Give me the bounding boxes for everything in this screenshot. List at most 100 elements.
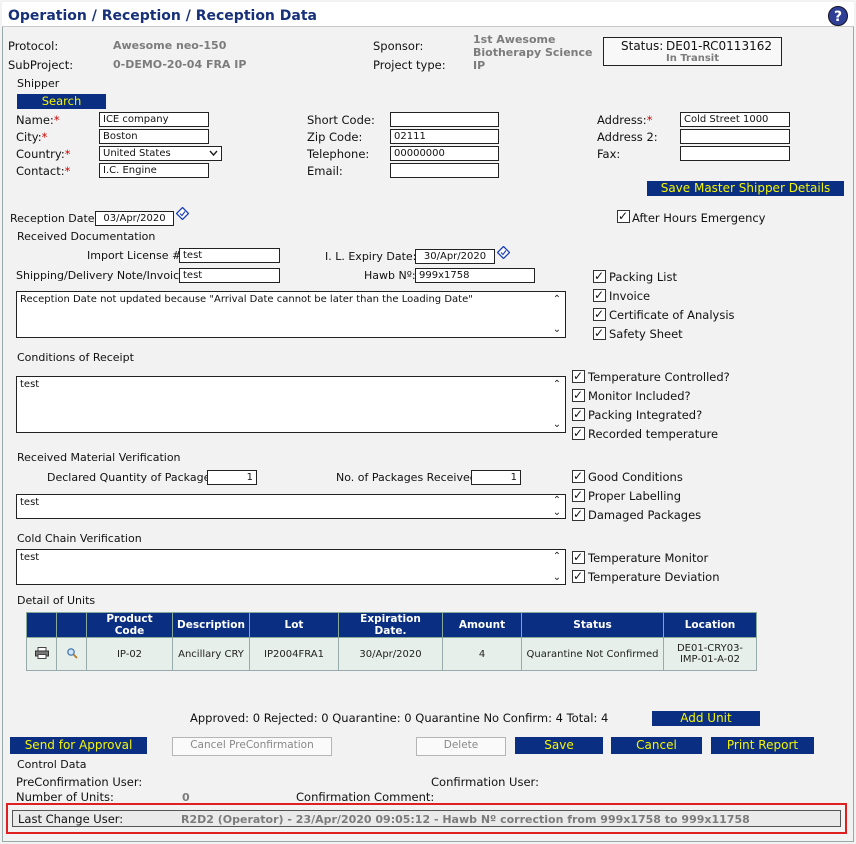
scroll-up-icon[interactable]: ⌃ — [551, 294, 563, 305]
units-summary: Approved: 0 Rejected: 0 Quarantine: 0 Qu… — [190, 711, 608, 725]
status-sub: In Transit — [666, 53, 720, 64]
scroll-up-icon[interactable]: ⌃ — [551, 379, 563, 390]
total-label: Total: — [566, 711, 598, 725]
after-hours-label: After Hours Emergency — [632, 211, 766, 225]
temperature-controlled-label: Temperature Controlled? — [588, 370, 730, 384]
cold-chain-notes-textarea[interactable]: test ⌃ ⌄ — [16, 549, 566, 585]
number-of-units-label: Number of Units: — [16, 790, 114, 804]
hawb-field[interactable]: 999x1758 — [415, 268, 535, 283]
safety-sheet-checkbox[interactable] — [593, 326, 606, 340]
proper-labelling-checkbox[interactable] — [572, 488, 585, 502]
contact-field[interactable]: I.C. Engine — [99, 163, 209, 178]
add-unit-button[interactable]: Add Unit — [652, 711, 760, 726]
printer-icon[interactable] — [34, 646, 49, 659]
location-line1: DE01-CRY03- — [676, 643, 744, 654]
column-header[interactable]: Expiration Date. — [338, 612, 443, 638]
scroll-down-icon[interactable]: ⌄ — [551, 419, 563, 430]
send-for-approval-button[interactable]: Send for Approval — [10, 737, 147, 754]
approved-count: 0 — [252, 711, 261, 725]
confirmation-comment-label: Confirmation Comment: — [296, 790, 435, 804]
column-header[interactable]: Description — [172, 612, 250, 638]
rejected-count: 0 — [321, 711, 329, 725]
scroll-down-icon[interactable]: ⌄ — [551, 507, 563, 518]
scroll-down-icon[interactable]: ⌄ — [551, 324, 563, 335]
temperature-monitor-checkbox[interactable] — [572, 550, 585, 564]
units-header-row: Product Code Description Lot Expiration … — [26, 612, 757, 638]
shipping-note-field[interactable]: test — [179, 268, 280, 283]
help-icon[interactable]: ? — [828, 6, 848, 26]
column-header[interactable]: Location — [663, 612, 757, 638]
scroll-up-icon[interactable]: ⌃ — [551, 495, 563, 506]
column-header[interactable]: Lot — [249, 612, 339, 638]
email-field[interactable] — [390, 163, 499, 178]
import-license-field[interactable]: test — [179, 248, 280, 263]
print-cell[interactable] — [26, 637, 57, 671]
scroll-up-icon[interactable]: ⌃ — [551, 551, 563, 562]
packing-list-checkbox[interactable] — [593, 269, 606, 283]
column-header[interactable]: Amount — [442, 612, 522, 638]
view-cell[interactable] — [56, 637, 87, 671]
country-select[interactable]: United States — [99, 146, 222, 161]
after-hours-checkbox[interactable] — [617, 209, 630, 223]
textarea-scrollbar[interactable]: ⌃ ⌄ — [551, 379, 563, 430]
calendar-icon[interactable] — [176, 207, 189, 220]
address2-field[interactable] — [680, 129, 790, 144]
delete-button[interactable]: Delete — [416, 737, 506, 756]
project-type-value: IP — [473, 59, 486, 72]
textarea-scrollbar[interactable]: ⌃ ⌄ — [551, 495, 563, 518]
calendar-icon[interactable] — [497, 246, 510, 259]
status-label: Status: — [621, 39, 664, 53]
monitor-included-label: Monitor Included? — [588, 389, 691, 403]
temperature-deviation-checkbox[interactable] — [572, 569, 585, 583]
temperature-deviation-label: Temperature Deviation — [588, 570, 720, 584]
invoice-checkbox[interactable] — [593, 288, 606, 302]
save-button[interactable]: Save — [515, 737, 603, 754]
location-line2: IMP-01-A-02 — [679, 654, 741, 665]
material-notes-textarea[interactable]: test ⌃ ⌄ — [16, 494, 566, 519]
cancel-button[interactable]: Cancel — [611, 737, 702, 754]
confirmation-user-label: Confirmation User: — [431, 775, 539, 789]
telephone-field[interactable]: 00000000 — [390, 146, 499, 161]
scroll-down-icon[interactable]: ⌄ — [551, 572, 563, 583]
conditions-notes-textarea[interactable]: test ⌃ ⌄ — [16, 376, 566, 433]
documentation-notes-textarea[interactable]: Reception Date not updated because "Arri… — [16, 291, 566, 338]
address-field[interactable]: Cold Street 1000 — [680, 112, 790, 127]
damaged-packages-checkbox[interactable] — [572, 507, 585, 521]
packages-received-field[interactable]: 1 — [471, 470, 521, 485]
last-change-highlight: Last Change User: R2D2 (Operator) - 23/A… — [6, 803, 847, 834]
fax-field[interactable] — [680, 146, 790, 161]
temperature-controlled-checkbox[interactable] — [572, 369, 585, 383]
reception-date-field[interactable]: 03/Apr/2020 — [95, 211, 174, 226]
textarea-scrollbar[interactable]: ⌃ ⌄ — [551, 294, 563, 335]
print-report-button[interactable]: Print Report — [711, 737, 814, 754]
textarea-scrollbar[interactable]: ⌃ ⌄ — [551, 551, 563, 583]
sponsor-value-line2: Biotherapy Science — [473, 46, 593, 59]
il-expiry-field[interactable]: 30/Apr/2020 — [415, 249, 495, 264]
name-field[interactable]: ICE company — [99, 112, 209, 127]
short-code-field[interactable] — [390, 112, 499, 127]
quarantine-no-confirm-count: 4 — [555, 711, 563, 725]
save-master-shipper-button[interactable]: Save Master Shipper Details — [647, 181, 844, 196]
last-change-label: Last Change User: — [18, 812, 124, 826]
cold-chain-section-title: Cold Chain Verification — [17, 532, 142, 545]
monitor-included-checkbox[interactable] — [572, 388, 585, 402]
certificate-checkbox[interactable] — [593, 307, 606, 321]
declared-quantity-field[interactable]: 1 — [207, 470, 257, 485]
search-button[interactable]: Search — [17, 94, 106, 109]
column-header[interactable]: Status — [521, 612, 664, 638]
packing-integrated-checkbox[interactable] — [572, 407, 585, 421]
city-field[interactable]: Boston — [99, 129, 209, 144]
print-column-header — [26, 612, 57, 638]
sponsor-label: Sponsor: — [373, 39, 424, 53]
cancel-preconfirmation-button[interactable]: Cancel PreConfirmation — [172, 737, 332, 756]
conditions-notes-text: test — [20, 379, 40, 390]
good-conditions-checkbox[interactable] — [572, 469, 585, 483]
good-conditions-label: Good Conditions — [588, 470, 683, 484]
recorded-temperature-checkbox[interactable] — [572, 426, 585, 440]
zip-label: Zip Code: — [307, 130, 363, 144]
preconfirmation-user-label: PreConfirmation User: — [16, 775, 143, 789]
column-header[interactable]: Product Code — [86, 612, 173, 638]
magnifier-icon[interactable] — [66, 647, 78, 659]
documentation-notes-text: Reception Date not updated because "Arri… — [20, 294, 473, 305]
zip-field[interactable]: 02111 — [390, 129, 499, 144]
